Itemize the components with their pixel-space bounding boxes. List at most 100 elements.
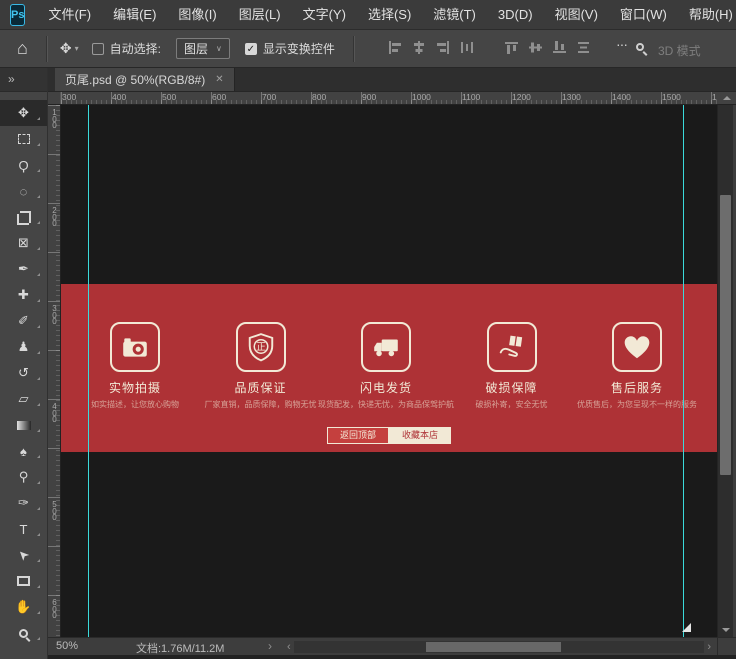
align-right-icon[interactable] [436,41,450,54]
align-bottom-icon[interactable] [553,41,567,54]
auto-select-label: 自动选择: [110,40,161,57]
eraser-tool[interactable]: ▱ [0,386,47,412]
move-tool[interactable]: ✥ [0,100,47,126]
distribute-horizontal-icon[interactable] [460,41,474,54]
search-icon[interactable] [636,43,644,51]
gradient-tool-icon [17,421,31,430]
guide-left[interactable] [88,105,89,637]
scroll-left-arrow-icon[interactable]: ‹ [284,641,294,653]
document-tab[interactable]: 页尾.psd @ 50%(RGB/8#) ✕ [55,68,235,91]
auto-select-target-dropdown[interactable]: 图层 ∨ [176,38,230,59]
align-horizontal-group [388,41,474,54]
scroll-down-arrow-icon[interactable] [722,628,730,632]
document-info: 文档:1.76M/11.2M [136,640,224,656]
status-flyout-arrow-icon[interactable]: › [268,639,272,653]
crop-tool[interactable] [0,204,47,230]
hand-tool-icon: ✋ [15,599,31,615]
menu-item-filter[interactable]: 滤镜(T) [422,0,487,29]
healing-brush-tool[interactable]: ✚ [0,282,47,308]
eraser-tool-icon: ▱ [19,391,29,407]
path-selection-tool-icon: ➤ [14,545,33,564]
frame-tool[interactable]: ⊠ [0,230,47,256]
lasso-tool[interactable]: Ϙ [0,152,47,178]
ruler-label: 6 0 0 [51,600,58,620]
brush-tool[interactable]: ✐ [0,308,47,334]
canvas-resize-grip-icon[interactable] [682,623,691,632]
ruler-label: 300 [62,92,76,102]
menu-item-view[interactable]: 视图(V) [544,0,609,29]
dodge-tool[interactable]: ⚲ [0,464,47,490]
horizontal-scrollbar[interactable]: ‹ › [284,640,714,653]
canvas[interactable]: 实物拍摄如实描述，让您放心购物正品质保证厂家直销，品质保障，购物无忧闪电发货现货… [61,105,717,637]
type-tool[interactable]: T [0,516,47,542]
menu-item-window[interactable]: 窗口(W) [609,0,678,29]
dodge-tool-icon: ⚲ [19,469,29,485]
service-item-subtitle: 如实描述，让您放心购物 [91,399,179,410]
quick-selection-tool[interactable]: ◌ [0,178,47,204]
scroll-up-arrow-icon[interactable] [723,96,731,100]
service-item-subtitle: 优质售后，为您呈现不一样的服务 [577,399,697,410]
menu-item-file[interactable]: 文件(F) [37,0,102,29]
crop-tool-icon [17,211,30,224]
scroll-right-arrow-icon[interactable]: › [704,641,714,653]
more-options-icon[interactable]: ··· [616,36,627,52]
healing-brush-tool-icon: ✚ [18,287,29,303]
3d-mode-label: 3D 模式 [658,42,701,59]
horizontal-ruler[interactable]: 3004005006007008009001000110012001300140… [61,92,717,104]
move-tool-options-icon[interactable]: ✥▾ [60,40,79,57]
menu-item-3d[interactable]: 3D(D) [487,0,544,29]
ruler-label: 1400 [612,92,631,102]
zoom-tool[interactable] [0,620,47,646]
vertical-ruler[interactable]: 1 0 02 0 03 0 04 0 05 0 06 0 0 [48,105,61,637]
zoom-level-field[interactable]: 50% [56,640,78,652]
menu-item-type[interactable]: 文字(Y) [292,0,357,29]
eyedropper-tool[interactable]: ✒ [0,256,47,282]
ruler-label: 600 [212,92,226,102]
rectangular-marquee-tool[interactable] [0,126,47,152]
gradient-tool[interactable] [0,412,47,438]
svg-text:正: 正 [256,342,266,353]
menu-item-image[interactable]: 图像(I) [167,0,227,29]
service-item-shipping: 闪电发货现货配发，快递无忧，为商品保驾护航 [326,322,446,410]
vertical-scrollbar[interactable] [717,105,733,637]
heart-icon [612,322,662,372]
path-selection-tool[interactable]: ➤ [0,542,47,568]
menu-item-edit[interactable]: 编辑(E) [102,0,167,29]
menu-item-layer[interactable]: 图层(L) [228,0,292,29]
photoshop-logo[interactable]: Ps [10,4,25,26]
rectangular-marquee-tool-icon [18,134,30,144]
guide-right[interactable] [683,105,684,637]
ruler-label: 3 0 0 [51,306,58,326]
align-center-horizontal-icon[interactable] [412,41,426,54]
menu-item-select[interactable]: 选择(S) [357,0,422,29]
align-top-icon[interactable] [505,41,519,54]
horizontal-scrollbar-track[interactable] [294,641,705,653]
distribute-vertical-icon[interactable] [577,41,591,54]
collapse-panel-button[interactable]: » [0,68,47,92]
options-bar: ⌂ ✥▾ 自动选择: 图层 ∨ ✓ 显示变换控件 ··· [0,30,736,68]
menu-item-help[interactable]: 帮助(H) [678,0,736,29]
clone-stamp-tool[interactable]: ♟ [0,334,47,360]
blur-tool[interactable]: ♠ [0,438,47,464]
tab-close-icon[interactable]: ✕ [215,74,223,85]
align-left-icon[interactable] [388,41,402,54]
document-tab-bar: 页尾.psd @ 50%(RGB/8#) ✕ [48,68,736,92]
service-item-title: 品质保证 [234,379,286,396]
home-icon[interactable]: ⌂ [17,38,28,59]
rectangle-tool[interactable] [0,568,47,594]
pen-tool[interactable]: ✑ [0,490,47,516]
history-brush-tool[interactable]: ↺ [0,360,47,386]
hand-tool[interactable]: ✋ [0,594,47,620]
divider [353,36,354,62]
menu-bar: Ps 文件(F)编辑(E)图像(I)图层(L)文字(Y)选择(S)滤镜(T)3D… [0,0,736,30]
horizontal-scrollbar-thumb[interactable] [426,642,561,652]
truck-icon [361,322,411,372]
align-middle-vertical-icon[interactable] [529,41,543,54]
show-transform-checkbox[interactable]: ✓ 显示变换控件 [245,40,335,57]
checkbox-unchecked-icon [92,43,104,55]
ruler-corner[interactable] [48,92,61,104]
vertical-scrollbar-thumb[interactable] [720,195,731,475]
auto-select-checkbox[interactable]: 自动选择: [92,40,161,57]
service-item-after-sale: 售后服务优质售后，为您呈现不一样的服务 [577,322,697,410]
ruler-label: 1200 [512,92,531,102]
